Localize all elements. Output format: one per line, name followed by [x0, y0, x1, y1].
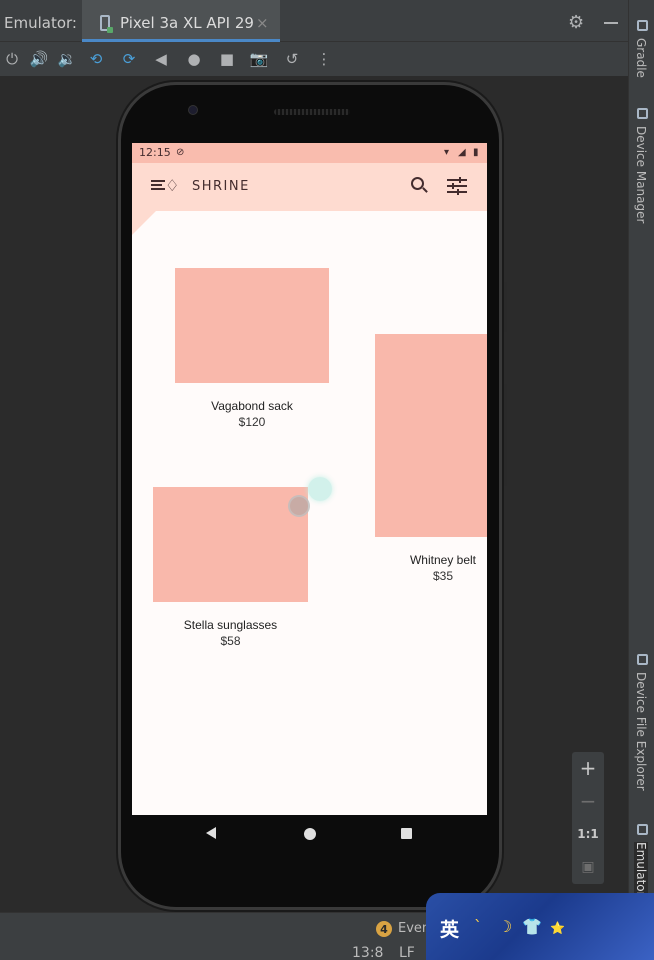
product-card[interactable]: Vagabond sack $120	[175, 268, 329, 429]
event-count-badge: 4	[376, 921, 392, 937]
ime-punct-icon[interactable]: ˋ	[474, 917, 482, 936]
android-status-bar: 12:15 ⊘ ▾ ◢ ▮	[132, 143, 487, 163]
volume-down-icon[interactable]: 🔉	[56, 48, 78, 70]
screenshot-icon[interactable]: 📷	[248, 48, 270, 70]
back-icon[interactable]: ◀	[150, 48, 172, 70]
shrine-app-bar: ♢ SHRINE	[132, 163, 487, 211]
nav-back-icon[interactable]	[206, 827, 216, 839]
product-image	[375, 334, 487, 537]
device-icon	[100, 15, 113, 33]
app-brand-title: SHRINE	[192, 179, 250, 194]
cursor-position[interactable]: 13:8	[352, 945, 383, 960]
device-file-explorer-icon	[637, 654, 648, 665]
line-separator[interactable]: LF	[399, 945, 415, 960]
tool-gradle[interactable]: Gradle	[634, 38, 648, 78]
emulator-panel-label: Emulator:	[4, 14, 77, 32]
front-camera	[188, 105, 198, 115]
wifi-icon: ▾	[444, 147, 450, 158]
battery-icon: ▮	[473, 147, 479, 158]
front-layer: Vagabond sack $120 Whitney belt $35 Stel…	[132, 211, 487, 815]
zoom-controls: + − 1:1 ▣	[572, 752, 604, 884]
power-icon[interactable]: ⏻	[1, 48, 23, 70]
zoom-out-button[interactable]: −	[572, 785, 604, 817]
diamond-logo-icon[interactable]: ♢	[165, 176, 179, 195]
touch-indicator	[308, 477, 332, 501]
device-screen[interactable]: 12:15 ⊘ ▾ ◢ ▮ ♢ SHRINE Vagabond sack $12…	[132, 143, 487, 815]
tab-title: Pixel 3a XL API 29	[120, 14, 254, 32]
ime-moon-icon[interactable]: ☽	[498, 917, 512, 936]
tab-close-icon[interactable]: ×	[256, 14, 269, 32]
emulator-tool-icon	[637, 824, 648, 835]
nav-home-icon[interactable]	[304, 828, 316, 840]
tool-device-file-explorer[interactable]: Device File Explorer	[634, 672, 648, 791]
product-name: Whitney belt	[409, 553, 477, 567]
ime-toolbar[interactable]: 英 ˋ ☽ 👕 ⭐	[426, 893, 654, 960]
snapshot-icon[interactable]: ↺	[281, 48, 303, 70]
device-manager-icon	[637, 108, 648, 119]
gear-icon[interactable]: ⚙	[568, 12, 584, 33]
rotate-right-icon[interactable]: ⟳	[118, 48, 140, 70]
product-price: $58	[220, 634, 241, 648]
touch-indicator	[288, 495, 310, 517]
gradle-icon	[637, 20, 648, 31]
overview-icon[interactable]: ■	[216, 48, 238, 70]
menu-icon[interactable]	[151, 180, 165, 190]
home-icon[interactable]: ●	[183, 48, 205, 70]
product-image	[153, 487, 308, 602]
emulator-tab-bar: Emulator: Pixel 3a XL API 29 × ⚙	[0, 0, 628, 42]
emulator-toolbar: ⏻ 🔊 🔉 ⟲ ⟳ ◀ ● ■ 📷 ↺ ⋮	[0, 42, 628, 76]
phone-volume-button	[503, 384, 507, 486]
minimize-icon[interactable]	[604, 22, 618, 24]
tab-pixel-3a-xl[interactable]: Pixel 3a XL API 29 ×	[82, 0, 280, 42]
product-price: $35	[432, 569, 454, 583]
fit-screen-icon[interactable]: ▣	[572, 851, 604, 883]
phone-power-button	[503, 282, 507, 332]
product-price: $120	[238, 415, 266, 429]
product-name: Vagabond sack	[211, 399, 293, 413]
nav-recents-icon[interactable]	[401, 828, 412, 839]
right-tool-strip: Gradle Device Manager Device File Explor…	[628, 0, 654, 912]
product-card[interactable]: Stella sunglasses $58	[153, 487, 308, 648]
zoom-in-button[interactable]: +	[572, 752, 604, 784]
actual-size-button[interactable]: 1:1	[572, 818, 604, 850]
volume-up-icon[interactable]: 🔊	[28, 48, 50, 70]
product-card[interactable]: Whitney belt $35	[375, 334, 487, 583]
earpiece-speaker	[274, 109, 350, 115]
more-icon[interactable]: ⋮	[313, 48, 335, 70]
ime-mode-indicator[interactable]: 英	[440, 915, 459, 942]
sync-icon: ⊘	[176, 147, 185, 158]
search-icon[interactable]	[411, 177, 424, 190]
ime-star-icon[interactable]: ⭐	[550, 921, 565, 935]
filter-tune-icon[interactable]	[447, 177, 467, 195]
ime-skin-icon[interactable]: 👕	[522, 917, 542, 936]
android-nav-bar	[132, 815, 487, 855]
product-image	[175, 268, 329, 383]
product-name: Stella sunglasses	[183, 618, 278, 632]
tool-device-manager[interactable]: Device Manager	[634, 126, 648, 223]
tool-emulator[interactable]: Emulator	[634, 842, 648, 897]
signal-icon: ◢	[458, 147, 466, 158]
status-time: 12:15	[139, 146, 171, 159]
rotate-left-icon[interactable]: ⟲	[85, 48, 107, 70]
